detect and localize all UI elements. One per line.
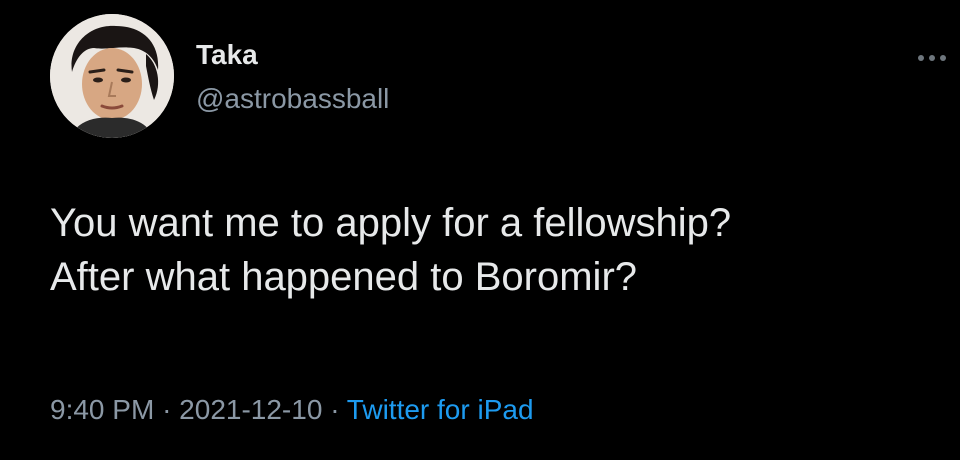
tweet-time[interactable]: 9:40 PM <box>50 394 154 425</box>
profile-photo-icon <box>50 14 174 138</box>
tweet-text-line: After what happened to Boromir? <box>50 255 638 299</box>
tweet-text: You want me to apply for a fellowship? A… <box>50 196 950 304</box>
tweet-date[interactable]: 2021-12-10 <box>179 394 322 425</box>
tweet-text-line: You want me to apply for a fellowship? <box>50 201 732 245</box>
user-handle[interactable]: @astrobassball <box>196 82 389 116</box>
meta-separator: · <box>330 394 340 425</box>
tweet-card: Taka @astrobassball You want me to apply… <box>0 0 960 460</box>
meta-separator: · <box>162 394 172 425</box>
avatar[interactable] <box>50 14 174 138</box>
tweet-meta: 9:40 PM · 2021-12-10 · Twitter for iPad <box>50 392 534 428</box>
tweet-source-link[interactable]: Twitter for iPad <box>347 394 534 425</box>
display-name[interactable]: Taka <box>196 38 258 72</box>
more-horizontal-icon[interactable] <box>912 46 952 70</box>
